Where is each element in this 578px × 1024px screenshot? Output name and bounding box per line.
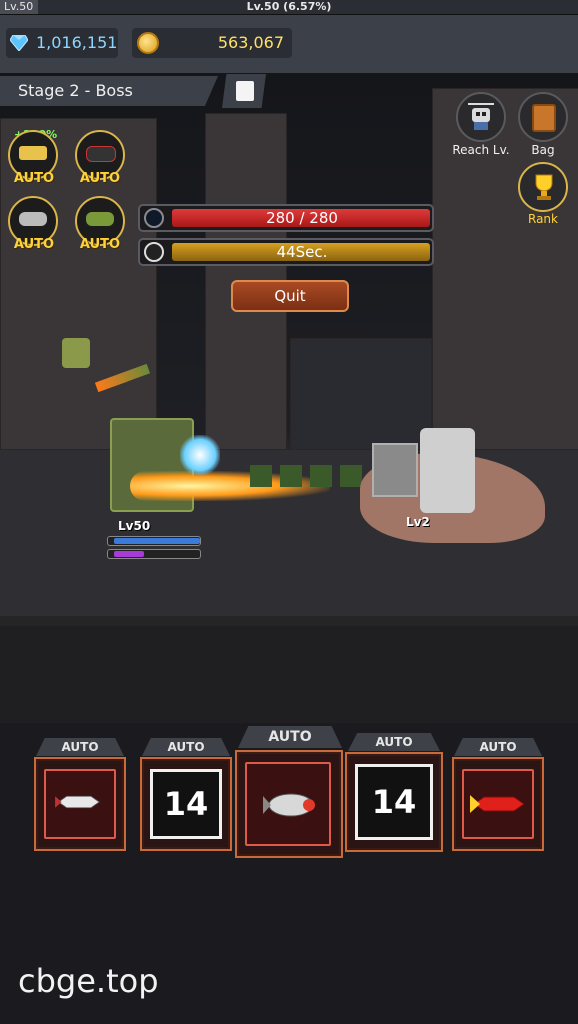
weapon-slot-3[interactable] (235, 750, 343, 858)
boss-skeleton (420, 428, 475, 513)
boss-hp-bar: 280 / 280 (138, 204, 434, 232)
bomb-missile-icon (263, 793, 315, 817)
robot-icon (468, 103, 494, 130)
reach-level-button[interactable] (456, 92, 506, 142)
hero-hp-fill (114, 538, 200, 544)
weapon-slot-frame (462, 769, 534, 839)
hero-hp-bar (107, 536, 201, 546)
reach-level-label: Reach Lv. (452, 143, 510, 157)
stage-tab: Stage 2 - Boss (0, 76, 218, 106)
hero-level: Lv50 (118, 519, 151, 533)
trophy-icon (535, 174, 553, 200)
stage-title: Stage 2 - Boss (18, 81, 133, 100)
bag-button[interactable] (518, 92, 568, 142)
weapon-auto-tag: AUTO (348, 733, 440, 751)
weapon-slot-4[interactable]: 14 (345, 752, 443, 852)
missile-icon (55, 795, 100, 809)
diamond-icon (10, 35, 28, 51)
hero-mp-fill (114, 551, 145, 557)
stopwatch-icon (144, 242, 164, 262)
quit-button[interactable]: Quit (231, 280, 349, 312)
rank-button[interactable] (518, 162, 568, 212)
rank-label: Rank (528, 212, 558, 226)
boss-timer-bar: 44Sec. (138, 238, 434, 266)
bag-label: Bag (531, 143, 555, 157)
bag-icon (532, 104, 556, 132)
weapon-auto-tag: AUTO (36, 738, 124, 756)
drone-ally (62, 338, 90, 368)
weapon-slot-5[interactable] (452, 757, 544, 851)
building-far (290, 338, 432, 450)
boss-unknown-icon (144, 208, 164, 228)
foreground-ground (0, 626, 578, 723)
drone-icon (19, 212, 47, 226)
weapon-slot-frame (245, 762, 331, 846)
weapon-slot-2[interactable]: 14 (140, 757, 232, 851)
soldier-icon (86, 212, 114, 226)
gold-coin-icon (137, 32, 159, 54)
hero-mp-bar (107, 549, 201, 559)
level-progress-text: Lv.50 (6.57%) (246, 0, 332, 13)
red-rocket-icon (470, 795, 525, 813)
xp-bar: Lv.50 Lv.50 (6.57%) (0, 0, 578, 15)
ammo-count: 14 (150, 769, 222, 839)
watermark: cbge.top (18, 962, 159, 1000)
gold-counter[interactable]: 563,067 (132, 28, 292, 58)
boss-shield (372, 443, 418, 497)
weapon-slot-frame (44, 769, 116, 839)
quest-scroll-button[interactable] (222, 74, 266, 108)
weapon-slot-1[interactable] (34, 757, 126, 851)
skill-auto-label: AUTO (79, 237, 121, 252)
boss-hp-text: 280 / 280 (266, 209, 338, 227)
ammo-count: 14 (355, 764, 433, 840)
gems-value: 1,016,151 (36, 33, 118, 52)
skill-auto-label: AUTO (13, 237, 55, 252)
skill-auto-label: AUTO (13, 171, 55, 186)
road-edge (0, 616, 578, 626)
gold-value: 563,067 (217, 33, 284, 52)
gold-gun-icon (19, 146, 47, 160)
bullet-icon (86, 146, 116, 162)
skill-auto-label: AUTO (79, 171, 121, 186)
boss-level: Lv2 (406, 515, 430, 529)
scroll-icon (236, 81, 254, 101)
weapon-auto-tag: AUTO (238, 726, 342, 748)
ally-soldiers (250, 465, 370, 487)
energy-burst (180, 435, 220, 475)
weapon-auto-tag: AUTO (142, 738, 230, 756)
boss-timer-text: 44Sec. (276, 243, 328, 261)
gems-counter[interactable]: 1,016,151 (6, 28, 118, 58)
weapon-auto-tag: AUTO (454, 738, 542, 756)
